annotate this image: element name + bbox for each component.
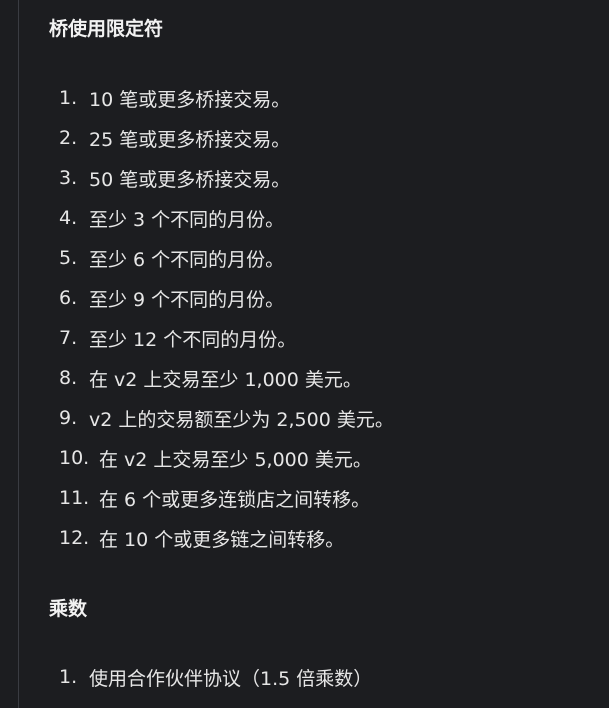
list-number: 8. bbox=[59, 367, 78, 389]
list-text: v2 上的交易额至少为 2,500 美元。 bbox=[89, 408, 394, 431]
list-item: 9. v2 上的交易额至少为 2,500 美元。 bbox=[49, 398, 394, 438]
list-number: 1. bbox=[59, 666, 78, 688]
list-number: 11. bbox=[59, 487, 90, 509]
list-item: 8. 在 v2 上交易至少 1,000 美元。 bbox=[49, 358, 394, 398]
list-text: 50 笔或更多桥接交易。 bbox=[89, 168, 291, 191]
list-item: 1. 10 笔或更多桥接交易。 bbox=[49, 78, 394, 118]
list-number: 7. bbox=[59, 327, 78, 349]
list-item: 7. 至少 12 个不同的月份。 bbox=[49, 318, 394, 358]
list-text: 在 v2 上交易至少 1,000 美元。 bbox=[89, 368, 362, 391]
bridge-qualifiers-list: 1. 10 笔或更多桥接交易。 2. 25 笔或更多桥接交易。 3. 50 笔或更多桥… bbox=[49, 78, 394, 558]
list-text: 至少 12 个不同的月份。 bbox=[89, 328, 297, 351]
list-item: 2. 25 笔或更多桥接交易。 bbox=[49, 118, 394, 158]
list-number: 1. bbox=[59, 87, 78, 109]
list-item: 6. 至少 9 个不同的月份。 bbox=[49, 278, 394, 318]
list-item: 1. 使用合作伙伴协议（1.5 倍乘数） bbox=[49, 657, 372, 697]
section-heading-multipliers: 乘数 bbox=[49, 598, 88, 620]
list-item: 12. 在 10 个或更多链之间转移。 bbox=[49, 518, 394, 558]
list-text: 在 10 个或更多链之间转移。 bbox=[99, 528, 345, 551]
list-item: 11. 在 6 个或更多连锁店之间转移。 bbox=[49, 478, 394, 518]
list-number: 6. bbox=[59, 287, 78, 309]
list-item: 4. 至少 3 个不同的月份。 bbox=[49, 198, 394, 238]
list-text: 在 v2 上交易至少 5,000 美元。 bbox=[99, 448, 372, 471]
list-number: 5. bbox=[59, 247, 78, 269]
list-number: 12. bbox=[59, 527, 90, 549]
list-number: 4. bbox=[59, 207, 78, 229]
list-text: 10 笔或更多桥接交易。 bbox=[89, 88, 291, 111]
list-number: 10. bbox=[59, 447, 90, 469]
list-text: 至少 9 个不同的月份。 bbox=[89, 288, 285, 311]
list-item: 10. 在 v2 上交易至少 5,000 美元。 bbox=[49, 438, 394, 478]
multipliers-list: 1. 使用合作伙伴协议（1.5 倍乘数） bbox=[49, 657, 372, 697]
list-text: 25 笔或更多桥接交易。 bbox=[89, 128, 291, 151]
list-text: 使用合作伙伴协议（1.5 倍乘数） bbox=[89, 667, 373, 690]
list-text: 至少 3 个不同的月份。 bbox=[89, 208, 285, 231]
left-border-rule bbox=[18, 0, 19, 708]
list-item: 5. 至少 6 个不同的月份。 bbox=[49, 238, 394, 278]
section-heading-bridge-qualifiers: 桥使用限定符 bbox=[49, 18, 164, 40]
list-number: 9. bbox=[59, 407, 78, 429]
list-number: 3. bbox=[59, 167, 78, 189]
list-text: 在 6 个或更多连锁店之间转移。 bbox=[99, 488, 371, 511]
list-item: 3. 50 笔或更多桥接交易。 bbox=[49, 158, 394, 198]
list-text: 至少 6 个不同的月份。 bbox=[89, 248, 285, 271]
list-number: 2. bbox=[59, 127, 78, 149]
